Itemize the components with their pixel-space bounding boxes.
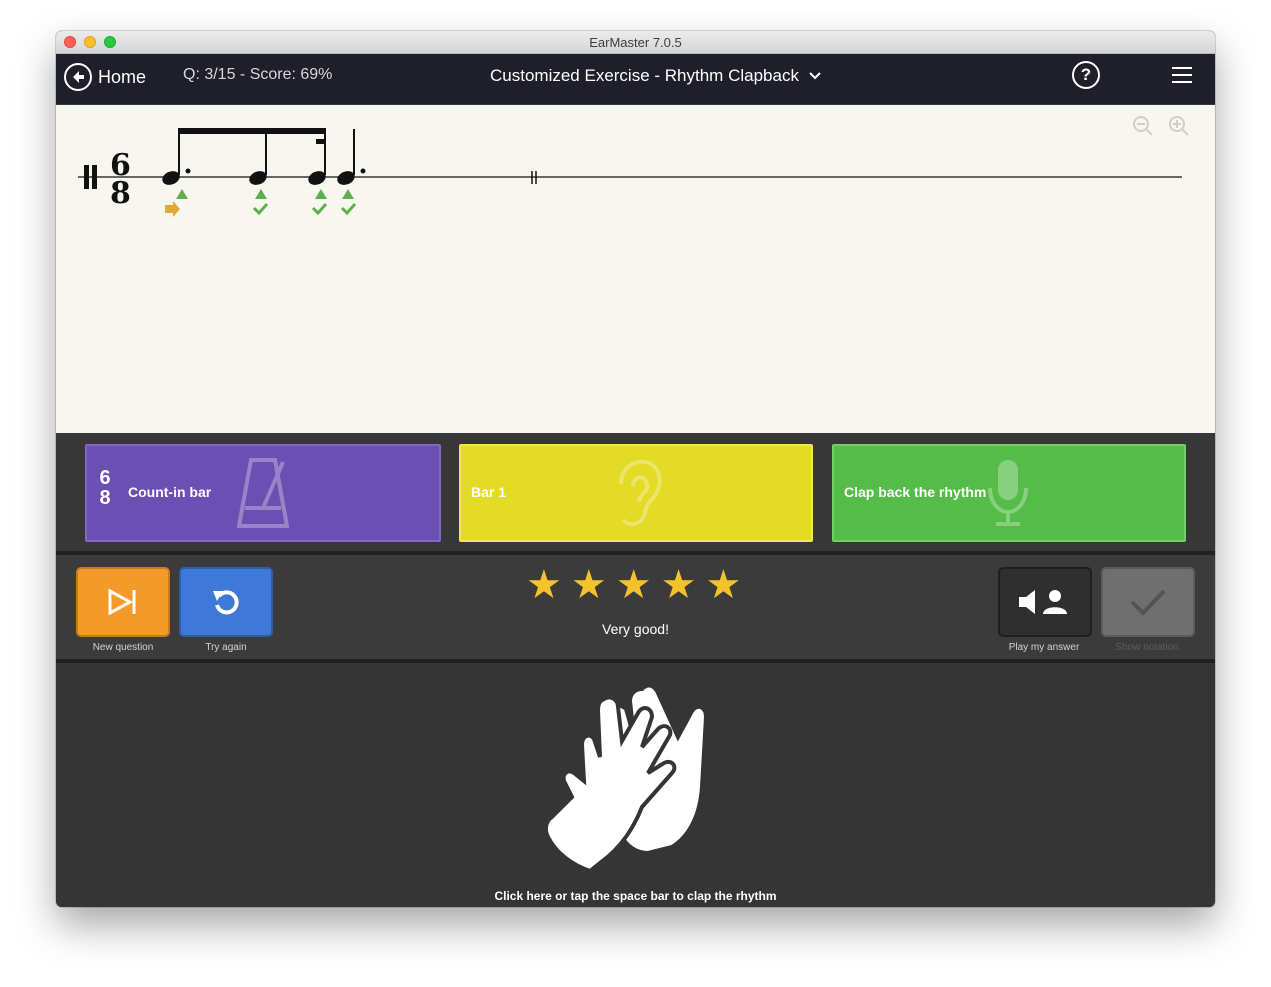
bar-1-label: Bar 1 <box>471 484 507 500</box>
app-window: EarMaster 7.0.5 Home Q: 3/15 - Score: 69… <box>56 31 1215 907</box>
hamburger-menu-icon[interactable] <box>1172 67 1192 83</box>
checkmark-icon <box>1130 589 1166 616</box>
count-in-label: Count-in bar <box>128 484 212 500</box>
try-again-caption: Try again <box>205 642 247 653</box>
bar-1-step[interactable]: Bar 1 <box>459 444 813 542</box>
star-icon: ★ <box>526 563 562 607</box>
timing-marker-icon <box>176 189 188 199</box>
star-icon: ★ <box>570 563 607 607</box>
beam-partial <box>316 139 326 144</box>
beam <box>178 128 326 134</box>
clapping-hands-icon <box>543 683 709 873</box>
controls-bar: New question Try again ★ ★ ★ ★ ★ Very good! … <box>56 555 1215 659</box>
help-icon: ? <box>1080 65 1092 84</box>
question-score: Q: 3/15 - Score: 69% <box>183 66 333 83</box>
note-3 <box>308 129 326 185</box>
timing-marker-icon <box>342 189 354 199</box>
rating-stars: ★ ★ ★ ★ ★ <box>526 563 741 607</box>
clap-area[interactable]: Click here or tap the space bar to clap … <box>56 663 1215 907</box>
help-button[interactable]: ? <box>1072 61 1100 89</box>
window-titlebar: EarMaster 7.0.5 <box>56 31 1215 54</box>
show-notation-button[interactable] <box>1101 567 1195 637</box>
back-arrow-icon <box>64 63 92 91</box>
check-icon <box>340 203 357 216</box>
microphone-icon <box>988 460 1028 526</box>
note-2 <box>249 129 267 185</box>
clap-instruction: Click here or tap the space bar to clap … <box>494 889 777 903</box>
home-label: Home <box>98 66 147 87</box>
replay-icon <box>213 590 239 615</box>
clap-back-step[interactable]: Clap back the rhythm <box>832 444 1186 542</box>
play-my-answer-button[interactable] <box>998 567 1092 637</box>
check-icon <box>252 203 269 216</box>
speaker-person-icon <box>1019 590 1067 614</box>
play-my-answer-caption: Play my answer <box>1008 642 1080 653</box>
ear-icon <box>619 459 662 527</box>
home-button[interactable]: Home <box>64 62 146 92</box>
exercise-title: Customized Exercise - Rhythm Clapback <box>490 66 799 85</box>
show-notation-caption: Show notation <box>1115 642 1179 653</box>
rhythm-staff: 6 8 <box>78 128 1182 217</box>
timing-marker-icon <box>315 189 327 199</box>
chevron-down-icon <box>809 72 821 80</box>
arrow-right-icon <box>165 201 180 217</box>
note-1 <box>162 129 191 185</box>
check-icon <box>311 203 328 216</box>
app-header: Home Q: 3/15 - Score: 69% Customized Exe… <box>56 54 1215 127</box>
exercise-title-dropdown[interactable]: Customized Exercise - Rhythm Clapback <box>490 66 821 86</box>
star-icon: ★ <box>660 563 697 607</box>
star-icon: ★ <box>615 563 652 607</box>
notation-area: 6 8 <box>56 105 1215 433</box>
exercise-steps: 6 8 Count-in bar Bar 1 Clap back the rhy… <box>56 433 1215 551</box>
new-question-caption: New question <box>92 642 154 653</box>
note-4 <box>337 129 366 185</box>
count-in-time-signature: 6 8 <box>99 467 111 509</box>
window-title: EarMaster 7.0.5 <box>589 35 682 50</box>
count-in-bar-step[interactable]: 6 8 Count-in bar <box>85 444 441 542</box>
star-icon: ★ <box>705 563 742 607</box>
metronome-icon <box>237 458 289 528</box>
time-signature-bottom: 8 <box>110 176 131 211</box>
clap-back-label: Clap back the rhythm <box>844 484 987 500</box>
timing-marker-icon <box>255 189 267 199</box>
skip-forward-icon <box>108 589 136 615</box>
